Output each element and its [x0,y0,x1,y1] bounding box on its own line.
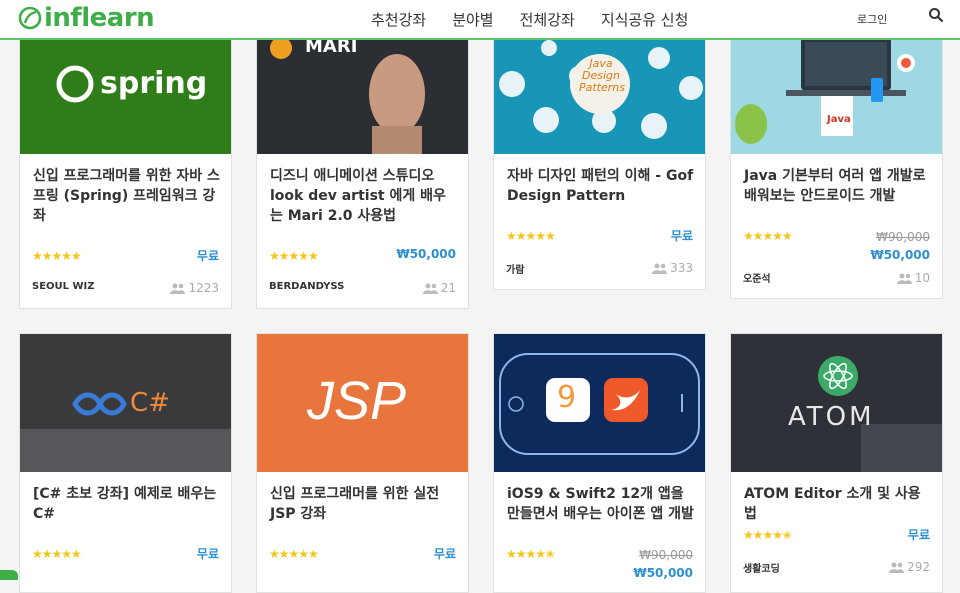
student-count-value: 10 [914,271,930,285]
student-count: 292 [889,560,930,574]
sale-price: ₩50,000 [870,248,930,262]
course-title[interactable]: Java 기본부터 여러 앱 개발로 배워보는 안드로이드 개발 [744,166,932,206]
thumb-text: 9 [557,380,577,415]
course-title[interactable]: 신입 프로그래머를 위한 실전 JSP 강좌 [270,484,458,524]
course-card[interactable]: 9 iOS9 & Swift2 12개 앱을 만들면서 배우는 아이폰 앱 개발… [493,333,706,593]
author-name[interactable]: SEOUL WIZ [32,281,95,292]
student-count-value: 1223 [188,281,219,295]
author-name[interactable]: 오준석 [743,270,771,285]
student-count-value: 333 [670,261,693,275]
rating-stars: ★★★★✬ [506,547,555,561]
student-count-value: 292 [907,560,930,574]
rating-stars: ★★★★★ [32,249,82,263]
course-thumbnail: JSP [257,334,468,472]
original-price: ₩90,000 [876,230,930,244]
thumb-text: spring [100,66,208,101]
nav-all-courses[interactable]: 전체강좌 [520,9,575,30]
users-icon [896,273,912,284]
thumb-text: Java [827,114,851,125]
rating-stars: ★★★★★ [269,249,319,263]
student-count: 333 [652,261,693,275]
users-icon [652,263,668,274]
iphone-apps-icon [499,353,700,455]
users-icon [889,562,905,573]
course-card[interactable]: C# [C# 초보 강좌] 예제로 배우는 C# ★★★★★ 무료 [19,333,232,593]
login-link[interactable]: 로그인 [857,11,887,27]
course-price: 무료 [433,547,456,561]
student-count: 21 [422,281,456,295]
rating-stars: ★★★★★ [32,547,82,561]
course-title[interactable]: 디즈니 애니메이션 스튜디오 look dev artist 에게 배우는 Ma… [270,166,458,226]
course-card[interactable]: spring 신입 프로그래머를 위한 자바 스프링 (Spring) 프레임워… [19,15,232,309]
inflearn-logo[interactable]: inflearn [18,2,155,34]
course-card[interactable]: Java Design Patterns 자바 디자인 패턴의 이해 - Gof… [493,15,706,290]
rating-stars: ★★★★★ [506,229,556,243]
users-icon [422,283,438,294]
thumb-text: JSP [307,371,407,431]
course-price: ₩90,000 ₩50,000 [633,546,693,582]
main-nav: 추천강좌 분야별 전체강좌 지식공유 신청 [371,0,714,38]
nav-share-knowledge[interactable]: 지식공유 신청 [601,9,689,30]
rating-stars: ★★★★★ [743,229,793,243]
csharp-infinity-icon [20,392,231,472]
nav-recommended[interactable]: 추천강좌 [371,9,426,30]
student-count-value: 21 [440,281,456,295]
sale-price: ₩50,000 [633,566,693,580]
course-title[interactable]: [C# 초보 강좌] 예제로 배우는 C# [33,484,221,524]
course-title[interactable]: iOS9 & Swift2 12개 앱을 만들면서 배우는 아이폰 앱 개발 [507,484,695,524]
search-icon[interactable] [928,7,944,23]
top-header: inflearn 추천강좌 분야별 전체강좌 지식공유 신청 로그인 [0,0,960,40]
course-card[interactable]: ATOM ATOM Editor 소개 및 사용법 ★★★★✬ 무료 생활코딩 … [730,333,943,593]
users-icon [170,283,186,294]
author-name[interactable]: BERDANDYSS [269,281,344,292]
rating-stars: ★★★★★ [269,547,319,561]
course-thumbnail: ATOM [731,334,942,472]
author-name[interactable]: 생활코딩 [743,560,780,575]
course-price: ₩50,000 [396,247,456,261]
course-thumbnail: C# [20,334,231,472]
leaf-logo-icon [18,6,42,30]
student-count: 1223 [170,281,219,295]
course-card[interactable]: JSP 신입 프로그래머를 위한 실전 JSP 강좌 ★★★★★ 무료 [256,333,469,593]
nav-category[interactable]: 분야별 [452,9,493,30]
student-count: 10 [896,271,930,285]
course-card[interactable]: MARI 디즈니 애니메이션 스튜디오 look dev artist 에게 배… [256,15,469,309]
rating-stars: ★★★★✬ [743,528,792,542]
course-price: 무료 [196,249,219,263]
course-title[interactable]: ATOM Editor 소개 및 사용법 [744,484,932,524]
thumb-text: ATOM [788,402,875,432]
course-price: 무료 [907,528,930,542]
course-price: ₩90,000 ₩50,000 [870,228,930,264]
author-name[interactable]: 가람 [506,261,524,276]
course-title[interactable]: 자바 디자인 패턴의 이해 - Gof Design Pattern [507,166,695,206]
course-card[interactable]: Java Java 기본부터 여러 앱 개발로 배워보는 안드로이드 개발 ★★… [730,15,943,299]
thumb-text: C# [130,388,170,418]
course-thumbnail: 9 [494,334,705,472]
corner-badge [0,570,18,580]
thumb-text: Java Design Patterns [579,57,625,94]
course-price: 무료 [196,547,219,561]
course-price: 무료 [670,229,693,243]
original-price: ₩90,000 [639,548,693,562]
course-title[interactable]: 신입 프로그래머를 위한 자바 스프링 (Spring) 프레임워크 강좌 [33,166,221,226]
logo-text: inflearn [44,3,155,33]
